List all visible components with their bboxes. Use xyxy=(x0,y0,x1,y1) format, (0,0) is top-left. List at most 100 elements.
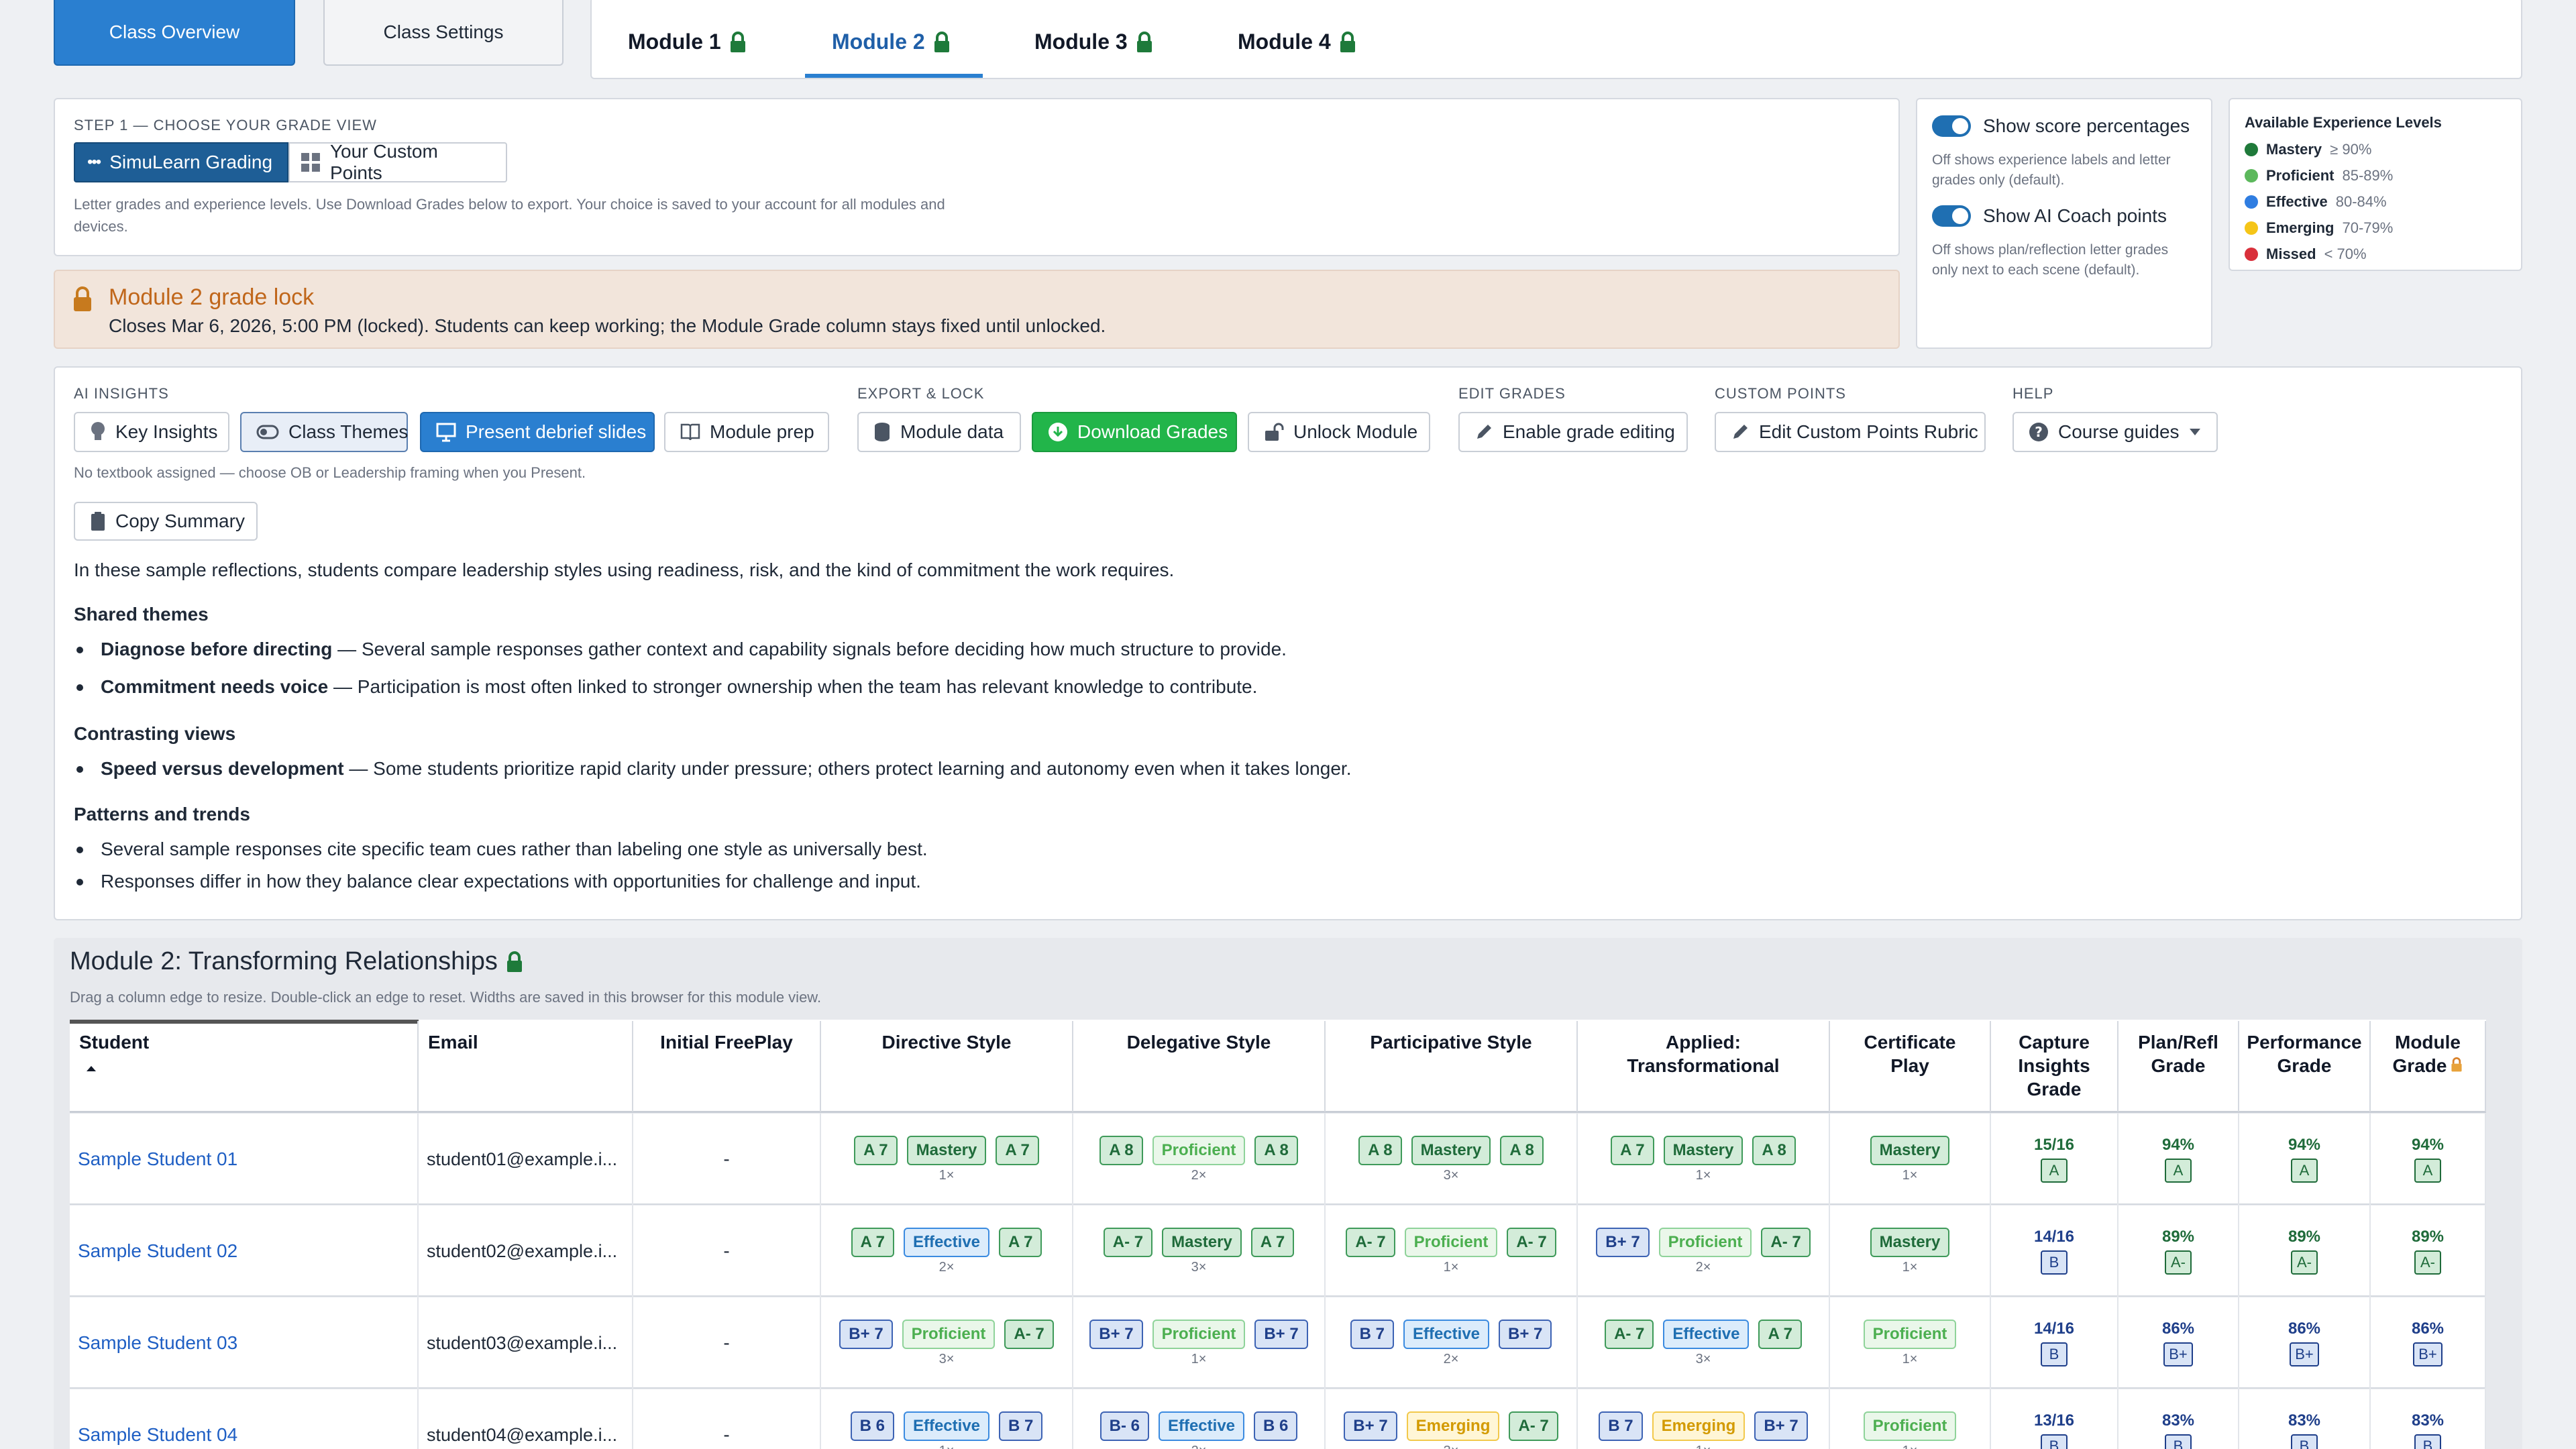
capture-score: 13/16 xyxy=(2033,1411,2075,1430)
pct-desc-2: grades only (default). xyxy=(1932,172,2065,188)
plan-grade-chip: B+ 7 xyxy=(1089,1319,1143,1349)
experience-level-badge: Effective xyxy=(1158,1411,1245,1441)
pattern-1: Several sample responses cite specific t… xyxy=(76,839,928,860)
cell-free: - xyxy=(633,1297,821,1389)
level-name: Proficient xyxy=(2266,167,2334,184)
column-header-module[interactable]: Module Grade xyxy=(2371,1021,2486,1112)
plan-grade: 86% B+ xyxy=(2162,1320,2194,1366)
student-name-link[interactable]: Sample Student 02 xyxy=(78,1240,237,1262)
column-header-student[interactable]: Student xyxy=(70,1021,419,1112)
capture-score: 15/16 xyxy=(2033,1136,2075,1154)
skill-result: A- 7 Mastery A 7 3× xyxy=(1103,1227,1295,1275)
module-tab-2[interactable]: Module 2 xyxy=(832,30,951,54)
tab-class-settings[interactable]: Class Settings xyxy=(323,0,564,66)
enable-grade-editing-button[interactable]: Enable grade editing xyxy=(1458,412,1688,452)
column-header-applied[interactable]: Applied: Transformational xyxy=(1578,1021,1830,1112)
initial-freeplay-value: - xyxy=(723,1424,730,1445)
level-color-dot xyxy=(2245,169,2258,182)
module-grade: 89% A- xyxy=(2412,1228,2444,1275)
student-name-link[interactable]: Sample Student 03 xyxy=(78,1332,237,1354)
key-insights-button[interactable]: Key Insights xyxy=(74,412,229,452)
score-percentages-toggle[interactable] xyxy=(1932,115,1971,137)
custom-points-button[interactable]: Your Custom Points xyxy=(288,141,507,183)
perf-letter: B xyxy=(2290,1434,2318,1449)
plan-grade-chip: A- 7 xyxy=(1346,1227,1395,1257)
shared-theme-1-text: — Several sample responses gather contex… xyxy=(332,639,1287,659)
edit-rubric-button[interactable]: Edit Custom Points Rubric xyxy=(1715,412,1986,452)
textbook-note: No textbook assigned — choose OB or Lead… xyxy=(74,464,586,481)
sort-ascending-icon xyxy=(87,1066,96,1071)
attempt-count: 2× xyxy=(1443,1351,1459,1366)
column-header-plan[interactable]: Plan/Refl Grade xyxy=(2118,1021,2239,1112)
cell-email: student01@example.i... xyxy=(419,1114,633,1205)
module-prep-button[interactable]: Module prep xyxy=(664,412,829,452)
level-name: Effective xyxy=(2266,193,2328,210)
contrasting-view-1-title: Speed versus development xyxy=(101,758,344,779)
skill-result: A 8 Mastery A 8 3× xyxy=(1358,1135,1544,1183)
cell-email: student04@example.i... xyxy=(419,1389,633,1449)
plan-grade-chip: A 7 xyxy=(851,1227,894,1257)
tab-class-overview[interactable]: Class Overview xyxy=(54,0,295,66)
column-header-free[interactable]: Initial FreePlay xyxy=(633,1021,821,1112)
skill-result: A 7 Effective A 7 2× xyxy=(851,1227,1042,1275)
unlock-icon xyxy=(1265,423,1284,441)
course-guides-label: Course guides xyxy=(2058,421,2180,442)
cell-cert: Mastery 1× xyxy=(1830,1114,1991,1205)
skill-result: B 6 Effective B 7 1× xyxy=(850,1411,1043,1449)
experience-level-badge: Proficient xyxy=(1863,1319,1957,1349)
ai-coach-toggle[interactable] xyxy=(1932,205,1971,227)
attempt-count: 1× xyxy=(1902,1259,1918,1275)
level-color-dot xyxy=(2245,221,2258,235)
student-name-link[interactable]: Sample Student 04 xyxy=(78,1424,237,1446)
simulearn-grading-button[interactable]: ••• SimuLearn Grading xyxy=(74,142,288,182)
level-name: Emerging xyxy=(2266,219,2334,236)
attempt-count: 1× xyxy=(1443,1259,1459,1275)
experience-level-badge: Emerging xyxy=(1406,1411,1500,1441)
cell-student: Sample Student 04 xyxy=(70,1389,419,1449)
lock-description: Closes Mar 6, 2026, 5:00 PM (locked). St… xyxy=(109,315,1106,336)
level-range: 70-79% xyxy=(2342,219,2394,236)
cell-email: student02@example.i... xyxy=(419,1205,633,1297)
skill-result: B+ 7 Proficient A- 7 3× xyxy=(839,1319,1054,1367)
student-name-link[interactable]: Sample Student 01 xyxy=(78,1148,237,1170)
module-tab-label: Module 3 xyxy=(1034,30,1128,54)
header-text: Transformational xyxy=(1627,1055,1780,1076)
class-themes-button[interactable]: Class Themes xyxy=(240,412,408,452)
present-debrief-button[interactable]: Present debrief slides xyxy=(420,412,655,452)
perf-grade: 86% B+ xyxy=(2288,1320,2320,1366)
header-text: Certificate xyxy=(1864,1032,1956,1053)
column-header-participative[interactable]: Participative Style xyxy=(1326,1021,1578,1112)
column-header-cert[interactable]: Certificate Play xyxy=(1830,1021,1991,1112)
column-header-capture[interactable]: Capture Insights Grade xyxy=(1991,1021,2118,1112)
level-color-dot xyxy=(2245,195,2258,209)
module-tab-1[interactable]: Module 1 xyxy=(628,30,747,54)
module-score: 94% xyxy=(2411,1136,2445,1154)
module-tab-3[interactable]: Module 3 xyxy=(1034,30,1153,54)
download-icon xyxy=(1049,423,1067,441)
cell-directive: A 7 Effective A 7 2× xyxy=(821,1205,1073,1297)
reflection-grade-chip: A 7 xyxy=(999,1227,1042,1257)
header-text: Insights xyxy=(2018,1055,2090,1076)
initial-freeplay-value: - xyxy=(723,1332,730,1353)
unlock-module-button[interactable]: Unlock Module xyxy=(1248,412,1430,452)
shared-theme-2-title: Commitment needs voice xyxy=(101,676,329,697)
header-text: Plan/Refl xyxy=(2138,1032,2218,1053)
copy-summary-button[interactable]: Copy Summary xyxy=(74,502,258,541)
module-data-button[interactable]: Module data xyxy=(857,412,1021,452)
course-guides-dropdown[interactable]: ? Course guides xyxy=(2012,412,2218,452)
simulearn-label: SimuLearn Grading xyxy=(109,152,273,172)
cell-module: 83% B xyxy=(2371,1389,2486,1449)
column-header-delegative[interactable]: Delegative Style xyxy=(1073,1021,1326,1112)
table-row: Sample Student 01 student01@example.i... -… xyxy=(70,1114,2486,1205)
column-header-email[interactable]: Email xyxy=(419,1021,633,1112)
module-tab-4[interactable]: Module 4 xyxy=(1238,30,1356,54)
cell-applied: A 7 Mastery A 8 1× xyxy=(1578,1114,1830,1205)
column-header-perf[interactable]: Performance Grade xyxy=(2239,1021,2371,1112)
module-letter: B+ xyxy=(2413,1342,2443,1366)
attempt-count: 1× xyxy=(938,1167,955,1183)
attempt-count: 1× xyxy=(1902,1351,1918,1366)
download-grades-button[interactable]: Download Grades xyxy=(1032,412,1237,452)
column-header-directive[interactable]: Directive Style xyxy=(821,1021,1073,1112)
attempt-count: 1× xyxy=(1191,1351,1207,1366)
plan-grade: 94% A xyxy=(2162,1136,2194,1183)
